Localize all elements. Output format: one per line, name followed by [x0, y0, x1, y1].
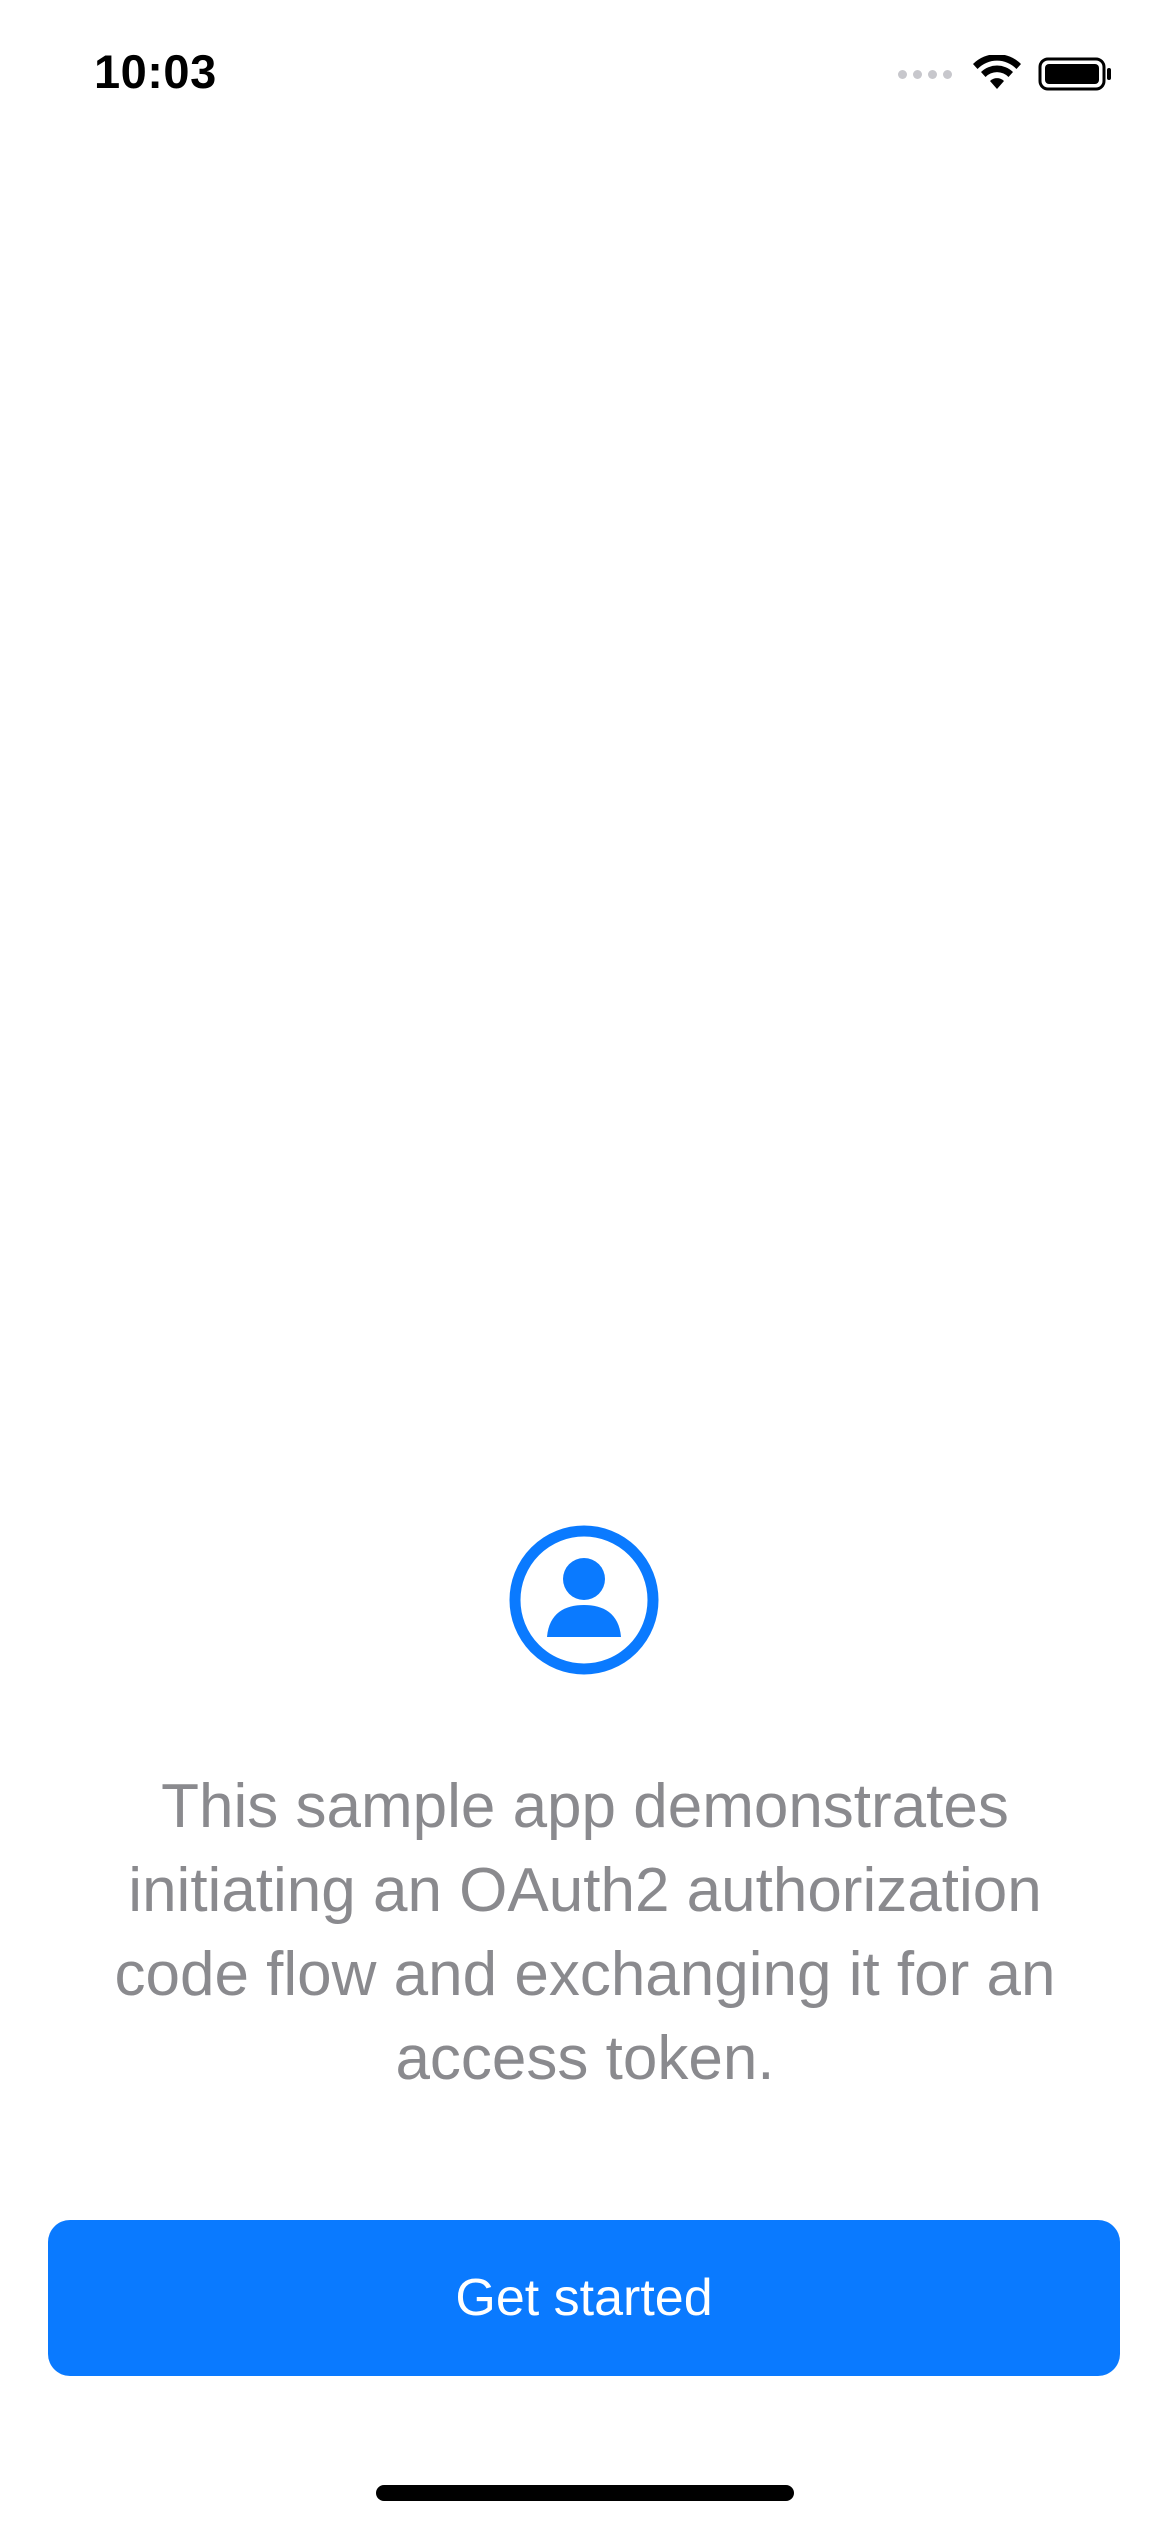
wifi-icon: [973, 55, 1021, 89]
get-started-button[interactable]: Get started: [48, 2220, 1120, 2376]
home-indicator[interactable]: [376, 2485, 794, 2501]
cellular-signal-icon: [898, 69, 952, 79]
battery-icon: [1038, 57, 1111, 91]
status-bar: 10:03: [0, 0, 1170, 140]
intro-description: This sample app demonstrates initiating …: [114, 1772, 1056, 2093]
status-icons: [898, 52, 1114, 96]
status-time: 10:03: [94, 45, 217, 98]
person-circle-icon: [509, 1525, 659, 1675]
